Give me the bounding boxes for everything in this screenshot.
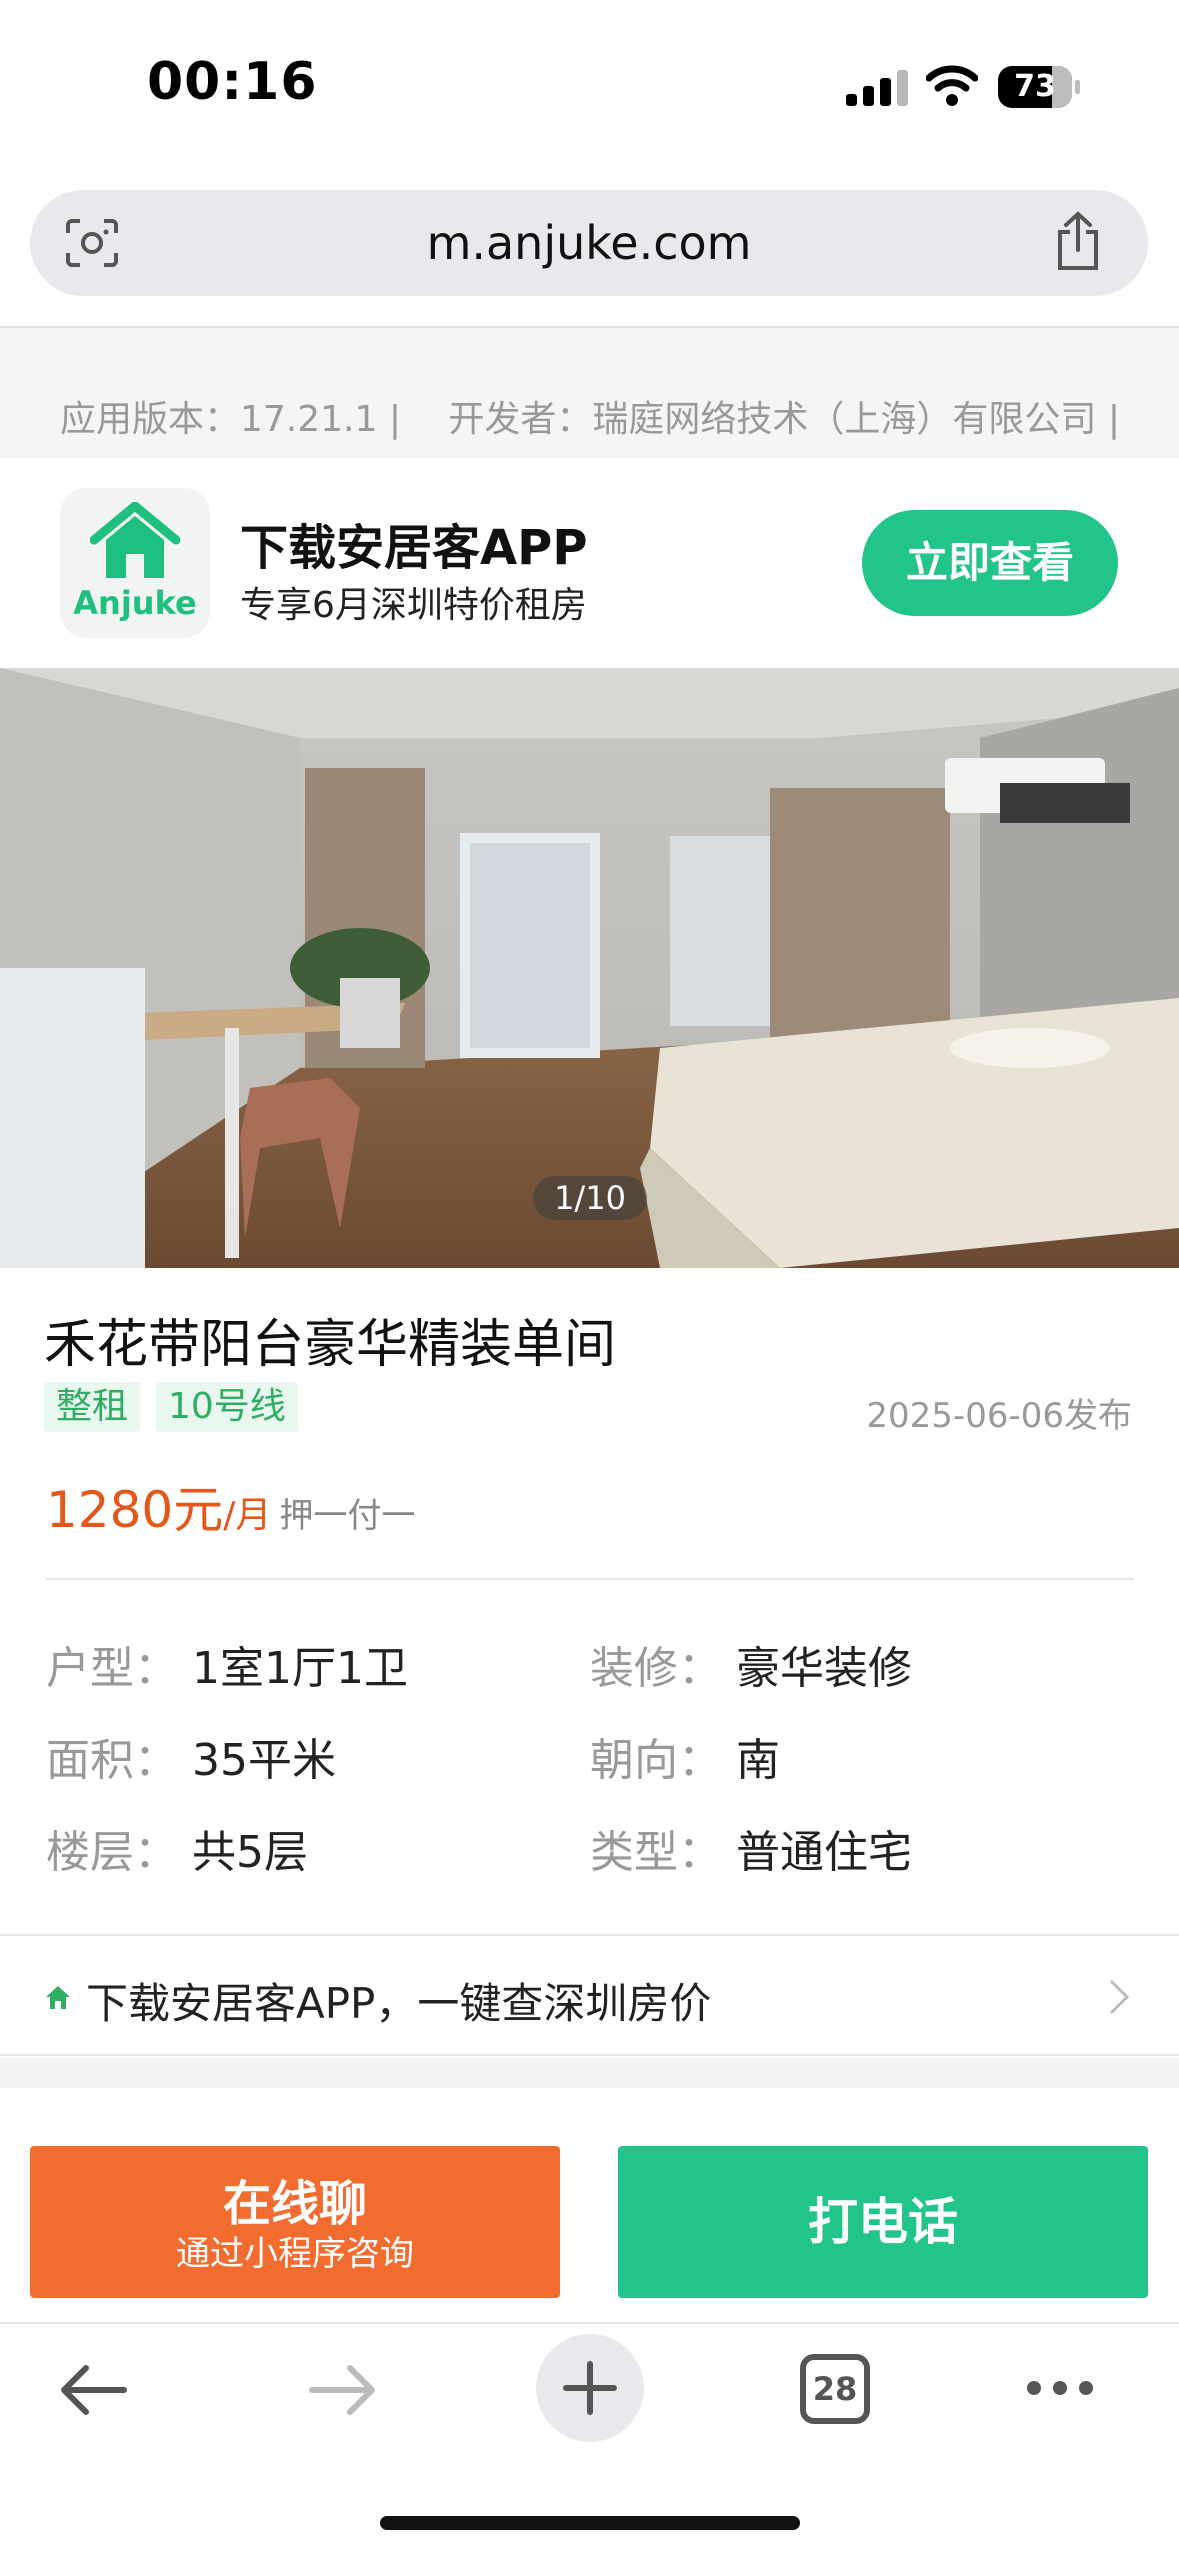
url-text[interactable]: m.anjuke.com — [30, 190, 1148, 296]
status-time: 00:16 — [147, 52, 318, 112]
download-app-text: 下载安居客APP，一键查深圳房价 — [86, 1979, 712, 2028]
attr-label-area: 面积： — [46, 1735, 178, 1786]
attr-value-layout: 1室1厅1卫 — [192, 1643, 408, 1694]
app-info-strip: 应用版本：17.21.1 | 开发者：瑞庭网络技术（上海）有限公司 | — [0, 326, 1179, 458]
battery-indicator: 73 — [998, 66, 1072, 108]
status-bar: 00:16 73 — [0, 0, 1179, 170]
publish-date: 2025-06-06发布 — [866, 1396, 1132, 1436]
home-indicator — [380, 2516, 800, 2530]
wifi-icon — [926, 65, 978, 106]
attr-value-area: 35平米 — [192, 1735, 336, 1786]
banner-title: 下载安居客APP — [240, 520, 588, 576]
listing-photo-gallery[interactable]: 1/10 — [0, 668, 1179, 1268]
chat-button-label: 在线聊 — [222, 2176, 367, 2232]
price-unit: /月 — [223, 1495, 272, 1536]
online-chat-button[interactable]: 在线聊 通过小程序咨询 — [30, 2146, 560, 2298]
attr-value-decoration: 豪华装修 — [736, 1643, 912, 1694]
deposit-terms: 押一付一 — [279, 1496, 416, 1536]
banner-subtitle: 专享6月深圳特价租房 — [240, 585, 587, 626]
forward-arrow-icon[interactable] — [306, 2362, 378, 2418]
chevron-right-icon — [1109, 1979, 1130, 2015]
chat-button-sublabel: 通过小程序咨询 — [176, 2234, 414, 2274]
attr-label-floor: 楼层： — [46, 1827, 178, 1878]
price: 1280元/月 押一付一 — [46, 1470, 415, 1542]
attr-value-type: 普通住宅 — [736, 1827, 912, 1878]
share-icon[interactable] — [1052, 210, 1104, 272]
address-bar[interactable]: m.anjuke.com — [30, 190, 1148, 296]
attr-label-type: 类型： — [590, 1827, 722, 1878]
battery-level: 73 — [1014, 69, 1056, 104]
view-now-button[interactable]: 立即查看 — [862, 510, 1118, 616]
anjuke-logo: Anjuke — [60, 488, 210, 638]
house-icon — [90, 502, 180, 578]
tag-metro-line: 10号线 — [156, 1382, 298, 1432]
download-app-link[interactable]: 下载安居客APP，一键查深圳房价 — [0, 1934, 1179, 2056]
price-amount: 1280元 — [46, 1481, 224, 1539]
download-banner[interactable]: Anjuke 下载安居客APP 专享6月深圳特价租房 立即查看 — [0, 458, 1179, 668]
app-info-text: 应用版本：17.21.1 | 开发者：瑞庭网络技术（上海）有限公司 | — [60, 399, 1120, 440]
tag-rent-type: 整租 — [44, 1382, 141, 1432]
section-gap — [0, 2058, 1179, 2088]
listing-title: 禾花带阳台豪华精装单间 — [44, 1315, 617, 1375]
more-options-icon[interactable] — [1024, 2378, 1096, 2398]
attr-label-orientation: 朝向： — [590, 1735, 722, 1786]
home-icon — [46, 1986, 70, 2009]
back-arrow-icon[interactable] — [58, 2362, 130, 2418]
battery-cap — [1075, 80, 1080, 94]
logo-text: Anjuke — [73, 584, 197, 622]
cellular-signal-icon — [846, 70, 910, 106]
new-tab-button[interactable] — [536, 2334, 644, 2442]
attr-label-decoration: 装修： — [590, 1643, 722, 1694]
divider — [46, 1578, 1134, 1580]
attr-value-orientation: 南 — [736, 1735, 780, 1786]
attr-label-layout: 户型： — [46, 1643, 178, 1694]
call-button[interactable]: 打电话 — [618, 2146, 1148, 2298]
photo-counter: 1/10 — [533, 1176, 647, 1220]
tab-switcher-button[interactable]: 28 — [800, 2354, 870, 2424]
attr-value-floor: 共5层 — [192, 1827, 308, 1878]
plus-icon — [563, 2361, 617, 2415]
